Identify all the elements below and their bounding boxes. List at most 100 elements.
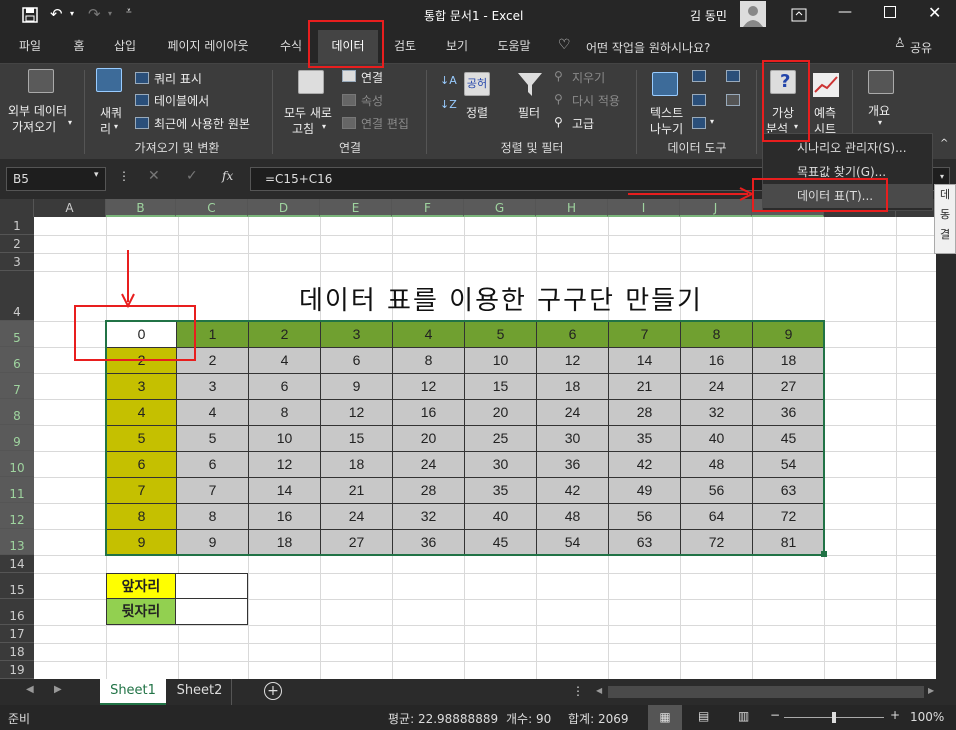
column-header[interactable]: A [34, 199, 106, 217]
sort-za-icon[interactable]: ↓Z [440, 98, 457, 111]
zoom-out-icon[interactable]: − [770, 708, 780, 722]
consolidate-icon[interactable] [726, 70, 740, 82]
zoom-in-icon[interactable]: + [890, 708, 900, 722]
table-row-label-cell[interactable]: 8 [106, 503, 177, 530]
table-row-label-cell[interactable]: 9 [106, 529, 177, 556]
table-header-cell[interactable]: 5 [464, 321, 537, 348]
table-cell[interactable]: 8 [392, 347, 465, 374]
external-data-icon[interactable] [28, 69, 54, 93]
fill-handle[interactable] [821, 551, 827, 557]
customize-qat-icon[interactable]: ⩡ [126, 6, 132, 17]
tab-page-layout[interactable]: 페이지 레이아웃 [154, 30, 262, 63]
table-cell[interactable]: 24 [392, 451, 465, 478]
table-cell[interactable]: 8 [248, 399, 321, 426]
table-cell[interactable]: 21 [608, 373, 681, 400]
table-cell[interactable]: 63 [752, 477, 825, 504]
minimize-icon[interactable]: — [838, 4, 852, 20]
table-cell[interactable]: 48 [536, 503, 609, 530]
zoom-level[interactable]: 100% [910, 710, 944, 724]
row-header[interactable]: 7 [0, 373, 34, 399]
user-name[interactable]: 김 동민 [690, 7, 727, 24]
row-header[interactable]: 6 [0, 347, 34, 373]
tab-split-icon[interactable]: ⋮ [572, 684, 584, 698]
table-cell[interactable]: 45 [464, 529, 537, 556]
zoom-slider-thumb[interactable] [832, 712, 836, 723]
row-header[interactable]: 19 [0, 661, 34, 679]
remove-duplicates-icon[interactable] [692, 94, 706, 106]
tab-view[interactable]: 보기 [436, 30, 478, 63]
table-cell[interactable]: 14 [248, 477, 321, 504]
undo-dropdown-icon[interactable]: ▾ [70, 9, 74, 18]
table-cell[interactable]: 14 [608, 347, 681, 374]
table-cell[interactable]: 64 [680, 503, 753, 530]
sheet-tab-sheet1[interactable]: Sheet1 [100, 679, 166, 705]
table-cell[interactable]: 42 [536, 477, 609, 504]
row-header[interactable]: 13 [0, 529, 34, 555]
refresh-all-label2[interactable]: 고침 [292, 120, 314, 137]
new-query-icon[interactable] [96, 68, 122, 92]
column-header[interactable]: C [176, 199, 248, 217]
table-cell[interactable]: 36 [752, 399, 825, 426]
table-row-label-cell[interactable]: 5 [106, 425, 177, 452]
avatar[interactable] [740, 1, 766, 27]
table-cell[interactable]: 9 [176, 529, 249, 556]
sort-dialog-icon[interactable]: 공허 [464, 72, 490, 96]
connections-icon[interactable] [342, 70, 356, 82]
show-queries-icon[interactable] [135, 72, 149, 84]
table-cell[interactable]: 27 [752, 373, 825, 400]
table-header-cell[interactable]: 7 [608, 321, 681, 348]
ribbon-display-icon[interactable] [791, 8, 807, 22]
column-header[interactable]: J [680, 199, 752, 217]
tab-review[interactable]: 검토 [384, 30, 426, 63]
table-cell[interactable]: 16 [392, 399, 465, 426]
back-digit-input[interactable] [175, 598, 248, 625]
text-to-columns-icon[interactable] [652, 72, 678, 96]
table-cell[interactable]: 18 [320, 451, 393, 478]
forecast-label1[interactable]: 예측 [814, 104, 836, 121]
new-query-label1[interactable]: 새쿼 [100, 104, 122, 121]
filter-button[interactable]: 필터 [518, 104, 540, 121]
text-to-columns-label2[interactable]: 나누기 [650, 120, 683, 137]
advanced-filter-icon[interactable]: ⚲ [554, 115, 563, 129]
data-validation-dropdown-icon[interactable]: ▾ [710, 117, 714, 126]
column-header[interactable]: H [536, 199, 608, 217]
forecast-sheet-icon[interactable] [812, 72, 840, 98]
connections-button[interactable]: 연결 [361, 69, 383, 86]
table-cell[interactable]: 12 [248, 451, 321, 478]
relationships-icon[interactable] [726, 94, 740, 106]
table-row-label-cell[interactable]: 6 [106, 451, 177, 478]
table-row-label-cell[interactable]: 3 [106, 373, 177, 400]
collapse-ribbon-icon[interactable]: ^ [940, 138, 948, 149]
column-header[interactable]: F [392, 199, 464, 217]
flash-fill-icon[interactable] [692, 70, 706, 82]
tab-formulas[interactable]: 수식 [270, 30, 312, 63]
table-header-cell[interactable]: 6 [536, 321, 609, 348]
table-cell[interactable]: 30 [464, 451, 537, 478]
table-cell[interactable]: 18 [536, 373, 609, 400]
table-cell[interactable]: 56 [680, 477, 753, 504]
table-cell[interactable]: 45 [752, 425, 825, 452]
row-header[interactable]: 18 [0, 643, 34, 661]
close-icon[interactable]: ✕ [928, 3, 941, 22]
table-cell[interactable]: 8 [176, 503, 249, 530]
table-cell[interactable]: 16 [248, 503, 321, 530]
table-cell[interactable]: 4 [248, 347, 321, 374]
table-cell[interactable]: 56 [608, 503, 681, 530]
row-header[interactable]: 16 [0, 599, 34, 625]
table-cell[interactable]: 15 [320, 425, 393, 452]
table-cell[interactable]: 54 [752, 451, 825, 478]
tell-me-input[interactable]: 어떤 작업을 원하시나요? [586, 39, 710, 56]
table-header-cell[interactable]: 9 [752, 321, 825, 348]
sort-az-icon[interactable]: ↓A [440, 74, 457, 87]
prev-sheet-icon[interactable]: ◀ [26, 684, 34, 695]
table-cell[interactable]: 28 [608, 399, 681, 426]
advanced-filter-button[interactable]: 고급 [572, 115, 594, 132]
page-layout-view-icon[interactable]: ▤ [698, 709, 709, 723]
row-header[interactable]: 14 [0, 555, 34, 573]
sheet-tab-sheet2[interactable]: Sheet2 [168, 679, 232, 705]
expand-formula-icon[interactable]: ▾ [940, 172, 944, 181]
table-cell[interactable]: 24 [536, 399, 609, 426]
table-header-cell[interactable]: 2 [248, 321, 321, 348]
recent-sources-icon[interactable] [135, 117, 149, 129]
front-digit-input[interactable] [175, 573, 248, 599]
